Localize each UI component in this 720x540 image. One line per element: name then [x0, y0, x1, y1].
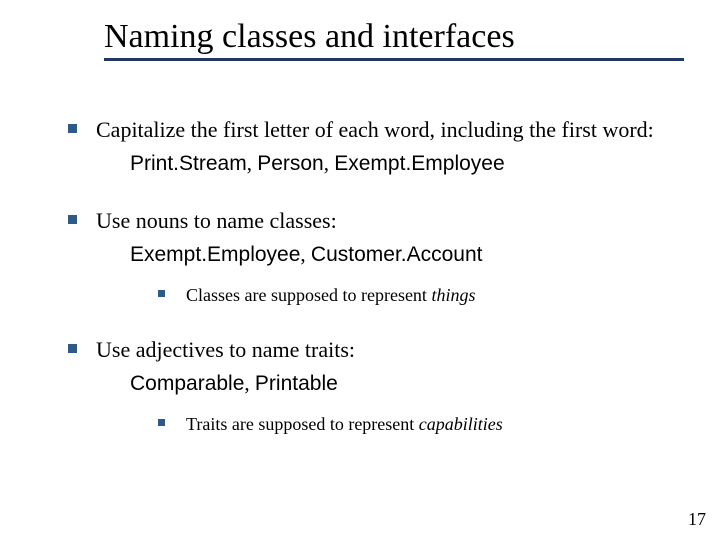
title-underline	[104, 58, 684, 61]
example-line: Comparable, Printable	[130, 369, 680, 398]
sub-text: Traits are supposed to represent	[186, 414, 419, 434]
sub-em: capabilities	[419, 414, 503, 434]
separator: ,	[300, 242, 311, 266]
separator: ,	[324, 151, 335, 175]
bullet-list: Capitalize the first letter of each word…	[40, 115, 680, 437]
example-item: Customer.Account	[311, 243, 483, 266]
separator: ,	[247, 151, 258, 175]
example-item: Exempt.Employee	[130, 243, 300, 266]
list-item: Capitalize the first letter of each word…	[40, 115, 680, 178]
sub-em: things	[431, 285, 475, 305]
sub-text: Classes are supposed to represent	[186, 285, 431, 305]
sub-list-item: Traits are supposed to represent capabil…	[130, 412, 680, 436]
example-item: Exempt.Employee	[334, 152, 504, 175]
square-bullet-icon	[68, 124, 77, 133]
square-bullet-icon	[158, 419, 165, 426]
slide-title: Naming classes and interfaces	[104, 18, 680, 56]
bullet-text: Capitalize the first letter of each word…	[96, 117, 654, 142]
page-number: 17	[688, 509, 706, 530]
bullet-text: Use adjectives to name traits:	[96, 337, 355, 362]
slide-body: Capitalize the first letter of each word…	[40, 115, 680, 437]
sub-list: Traits are supposed to represent capabil…	[96, 412, 680, 436]
example-item: Person	[257, 152, 324, 175]
example-item: Printable	[255, 372, 338, 395]
list-item: Use adjectives to name traits: Comparabl…	[40, 335, 680, 436]
title-block: Naming classes and interfaces	[104, 18, 680, 61]
example-item: Print.Stream	[130, 152, 247, 175]
example-line: Print.Stream, Person, Exempt.Employee	[130, 149, 680, 178]
list-item: Use nouns to name classes: Exempt.Employ…	[40, 206, 680, 307]
square-bullet-icon	[68, 215, 77, 224]
sub-list-item: Classes are supposed to represent things	[130, 283, 680, 307]
square-bullet-icon	[158, 290, 165, 297]
separator: ,	[244, 371, 255, 395]
sub-list: Classes are supposed to represent things	[96, 283, 680, 307]
example-line: Exempt.Employee, Customer.Account	[130, 240, 680, 269]
bullet-text: Use nouns to name classes:	[96, 208, 337, 233]
square-bullet-icon	[68, 344, 77, 353]
example-item: Comparable	[130, 372, 244, 395]
